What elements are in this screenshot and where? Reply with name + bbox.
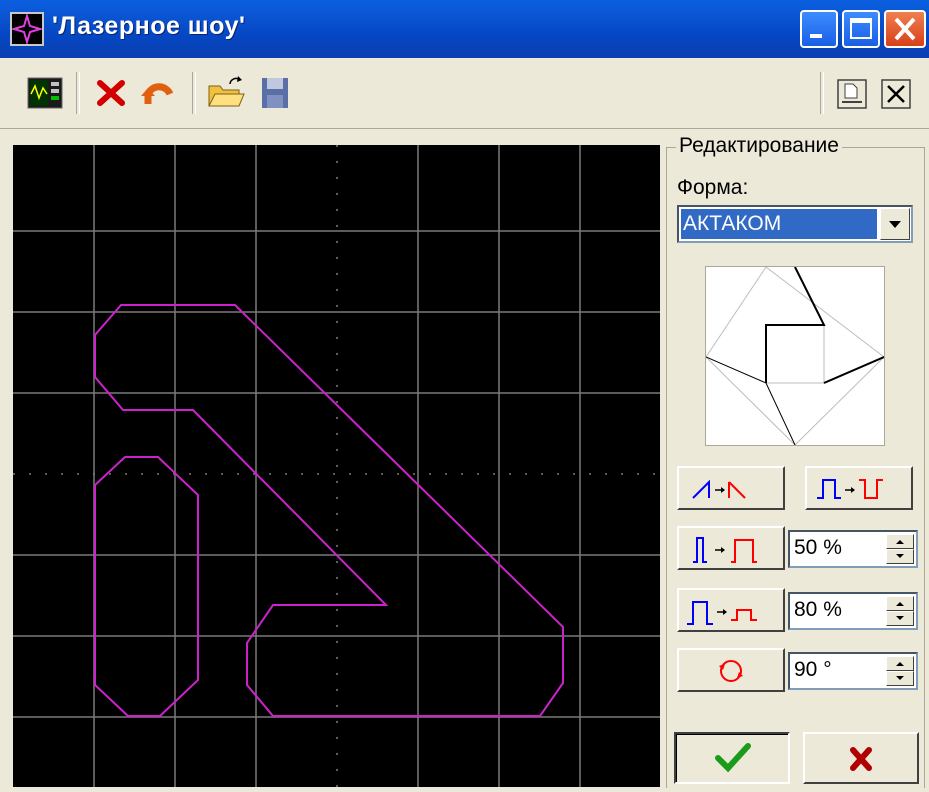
laser-drawing <box>13 145 660 787</box>
window-title: 'Лазерное шоу' <box>52 12 246 40</box>
pulse-width-value: 50 % <box>794 536 842 559</box>
invert-triangle-button[interactable] <box>677 466 785 510</box>
shape-outline <box>94 304 564 717</box>
grid-axes <box>13 145 660 787</box>
shape-dropdown[interactable]: АКТАКОМ <box>677 205 913 243</box>
toolbar-separator <box>192 72 196 114</box>
toolbar-separator <box>76 72 80 114</box>
close-icon <box>850 747 872 771</box>
close-panel-icon[interactable] <box>880 78 914 112</box>
pulse-width-spinner[interactable]: 50 % <box>788 530 918 568</box>
undo-icon[interactable] <box>140 74 178 112</box>
print-preview-icon[interactable] <box>836 78 870 112</box>
pulse-width-button[interactable] <box>677 526 785 570</box>
pulse-width-icon <box>693 537 757 563</box>
shape-dropdown-value: АКТАКОМ <box>681 209 877 239</box>
spin-down-icon[interactable] <box>886 549 914 564</box>
ok-button[interactable] <box>674 732 790 784</box>
amplitude-button[interactable] <box>677 588 785 632</box>
minimize-button[interactable] <box>800 10 838 48</box>
save-icon[interactable] <box>256 74 294 112</box>
amplitude-spinner[interactable]: 80 % <box>788 592 918 630</box>
spin-down-icon[interactable] <box>886 611 914 626</box>
rotate-button[interactable] <box>677 648 785 692</box>
spin-up-icon[interactable] <box>886 656 914 671</box>
close-button[interactable] <box>884 10 926 48</box>
spin-down-icon[interactable] <box>886 671 914 686</box>
checkmark-icon <box>715 743 751 773</box>
delete-icon[interactable] <box>92 74 130 112</box>
rotate-icon <box>719 660 743 682</box>
amplitude-icon <box>687 601 757 625</box>
triangle-invert-icon <box>692 479 746 499</box>
invert-pulse-button[interactable] <box>805 466 913 510</box>
chevron-down-icon[interactable] <box>880 208 910 240</box>
oscilloscope-icon[interactable] <box>26 74 64 112</box>
pulse-invert-icon <box>817 479 883 499</box>
shape-preview <box>705 266 885 446</box>
maximize-button[interactable] <box>842 10 880 48</box>
app-icon <box>10 12 44 46</box>
toolbar <box>0 58 929 129</box>
shape-label: Форма: <box>677 176 749 199</box>
editing-group-title: Редактирование <box>676 134 842 158</box>
title-bar: 'Лазерное шоу' <box>0 0 929 58</box>
spin-up-icon[interactable] <box>886 596 914 611</box>
toolbar-separator <box>820 72 824 114</box>
editing-panel: Редактирование Форма: АКТАКОМ 50 % 80 % … <box>660 130 929 788</box>
rotation-angle-spinner[interactable]: 90 ° <box>788 652 918 690</box>
rotation-angle-value: 90 ° <box>794 658 832 681</box>
amplitude-value: 80 % <box>794 598 842 621</box>
laser-canvas[interactable] <box>13 145 660 787</box>
open-folder-icon[interactable] <box>206 74 245 112</box>
spin-up-icon[interactable] <box>886 534 914 549</box>
cancel-button[interactable] <box>803 732 919 784</box>
